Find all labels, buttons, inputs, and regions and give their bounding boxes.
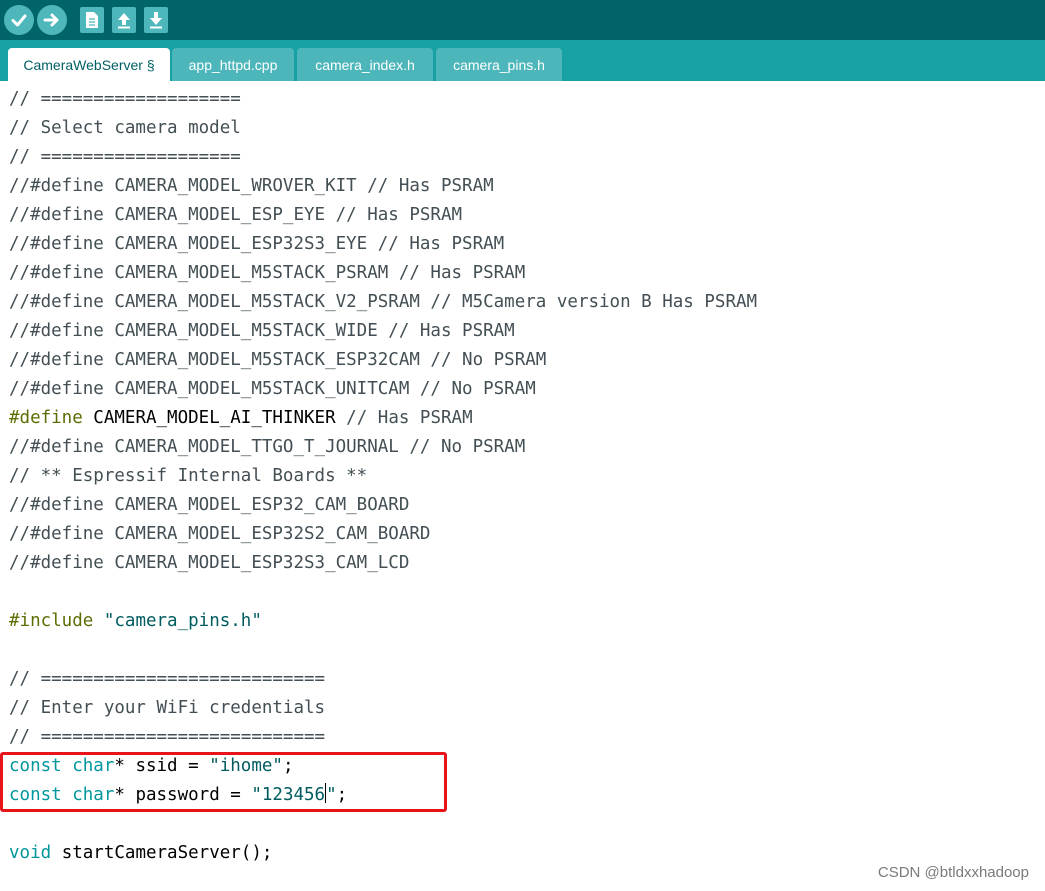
keyword: char (61, 756, 115, 776)
code-line-include: #include "camera_pins.h" (9, 609, 262, 633)
open-button[interactable] (112, 7, 136, 33)
code-text: startCameraServer(); (51, 843, 273, 863)
code-text: ; (282, 756, 294, 776)
code-text: * ssid = (114, 756, 210, 776)
keyword: void (9, 843, 52, 863)
code-line: // =========================== (9, 727, 326, 747)
code-line: //#define CAMERA_MODEL_M5STACK_UNITCAM /… (9, 379, 536, 399)
arrow-down-icon (150, 12, 162, 29)
code-text: * password = (114, 785, 252, 805)
code-line: //#define CAMERA_MODEL_M5STACK_V2_PSRAM … (9, 292, 758, 312)
code-line: // =================== (9, 147, 241, 167)
code-line: //#define CAMERA_MODEL_ESP32S3_EYE // Ha… (9, 234, 505, 254)
code-line: //#define CAMERA_MODEL_ESP32S3_CAM_LCD (9, 553, 410, 573)
code-line: // =========================== (9, 669, 326, 689)
tab-app-httpd[interactable]: app_httpd.cpp (172, 48, 294, 81)
keyword: const (9, 785, 62, 805)
macro-name: CAMERA_MODEL_AI_THINKER (82, 408, 336, 428)
string-literal: "123456 (251, 785, 326, 805)
tab-camerawebserver[interactable]: CameraWebServer § (8, 48, 170, 81)
code-line: //#define CAMERA_MODEL_ESP32S2_CAM_BOARD (9, 524, 431, 544)
code-line: //#define CAMERA_MODEL_WROVER_KIT // Has… (9, 176, 494, 196)
code-line: //#define CAMERA_MODEL_M5STACK_PSRAM // … (9, 263, 526, 283)
code-line: // Select camera model (9, 118, 241, 138)
preprocessor-keyword: #include (9, 611, 94, 631)
code-line: //#define CAMERA_MODEL_TTGO_T_JOURNAL //… (9, 437, 526, 457)
code-line: // ** Espressif Internal Boards ** (9, 466, 368, 486)
tab-camera-index[interactable]: camera_index.h (297, 48, 433, 81)
code-line-password: const char* password = "123456"; (9, 783, 347, 807)
string-literal: "camera_pins.h" (93, 611, 262, 631)
keyword: const (9, 756, 62, 776)
code-line: //#define CAMERA_MODEL_M5STACK_WIDE // H… (9, 321, 515, 341)
string-literal: "ihome" (209, 756, 283, 776)
verify-button[interactable] (4, 5, 34, 35)
arrow-up-icon (118, 13, 130, 29)
code-editor[interactable]: // =================== // Select camera … (0, 81, 1045, 891)
toolbar (0, 0, 1045, 40)
save-button[interactable] (144, 7, 168, 33)
check-icon (11, 14, 27, 27)
code-text: ; (336, 785, 348, 805)
arrow-right-icon (43, 13, 59, 27)
code-line-active-define: #define CAMERA_MODEL_AI_THINKER // Has P… (9, 406, 473, 430)
watermark: CSDN @btldxxhadoop (877, 864, 1029, 881)
upload-button[interactable] (37, 5, 67, 35)
new-file-icon (86, 12, 98, 28)
tab-bar: CameraWebServer § app_httpd.cpp camera_i… (0, 40, 1045, 81)
code-line: // Enter your WiFi credentials (9, 698, 326, 718)
tab-camera-pins[interactable]: camera_pins.h (436, 48, 562, 81)
new-button[interactable] (80, 7, 104, 33)
keyword: char (61, 785, 115, 805)
string-literal: " (326, 785, 337, 805)
code-line: //#define CAMERA_MODEL_ESP_EYE // Has PS… (9, 205, 463, 225)
code-comment: // Has PSRAM (335, 408, 473, 428)
preprocessor-keyword: #define (9, 408, 83, 428)
code-line: // =================== (9, 89, 241, 109)
code-line: //#define CAMERA_MODEL_ESP32_CAM_BOARD (9, 495, 410, 515)
code-line-ssid: const char* ssid = "ihome"; (9, 754, 294, 778)
code-line-void: void startCameraServer(); (9, 841, 272, 865)
code-line: //#define CAMERA_MODEL_M5STACK_ESP32CAM … (9, 350, 547, 370)
